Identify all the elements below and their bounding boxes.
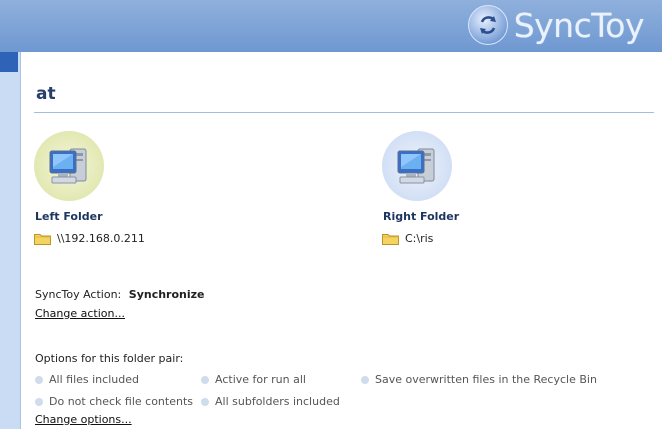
right-folder-label: Right Folder xyxy=(383,210,460,223)
bullet-icon xyxy=(361,375,369,384)
action-value: Synchronize xyxy=(128,288,205,301)
title-divider xyxy=(34,112,654,113)
brand: SyncToy xyxy=(467,4,645,46)
synctoy-action-row: SyncToy Action: Synchronize xyxy=(35,288,205,301)
left-folder-path: \\192.168.0.211 xyxy=(57,232,145,245)
option-item: All files included xyxy=(35,373,139,386)
app-name: SyncToy xyxy=(513,5,645,45)
left-folder-label: Left Folder xyxy=(35,210,103,223)
change-options-link[interactable]: Change options... xyxy=(35,413,132,426)
option-text: All subfolders included xyxy=(215,395,340,408)
left-folder-path-row: \\192.168.0.211 xyxy=(34,232,145,245)
left-computer-icon xyxy=(34,131,104,201)
bullet-icon xyxy=(201,397,209,406)
option-text: Save overwritten files in the Recycle Bi… xyxy=(375,373,597,386)
app-header: SyncToy xyxy=(0,0,662,52)
bullet-icon xyxy=(35,375,43,384)
option-text: Do not check file contents xyxy=(49,395,194,408)
change-action-link[interactable]: Change action... xyxy=(35,307,125,320)
folder-pair-title: at xyxy=(36,84,56,104)
action-label: SyncToy Action: xyxy=(35,288,122,301)
folder-icon xyxy=(382,234,399,245)
rail-selected-tab[interactable] xyxy=(0,52,18,72)
folder-icon xyxy=(34,234,51,245)
left-rail xyxy=(0,52,21,429)
option-item: Do not check file contents xyxy=(35,395,193,408)
right-folder-path-row: C:\ris xyxy=(382,232,433,245)
right-folder-path: C:\ris xyxy=(405,232,434,245)
synctoy-logo-icon xyxy=(467,5,508,45)
option-item: Active for run all xyxy=(201,373,306,386)
right-computer-icon xyxy=(382,131,452,201)
bullet-icon xyxy=(35,397,43,406)
options-heading: Options for this folder pair: xyxy=(35,352,184,365)
option-item: Save overwritten files in the Recycle Bi… xyxy=(361,373,597,386)
option-text: All files included xyxy=(49,373,139,386)
option-item: All subfolders included xyxy=(201,395,340,408)
bullet-icon xyxy=(201,375,209,384)
option-text: Active for run all xyxy=(215,373,306,386)
